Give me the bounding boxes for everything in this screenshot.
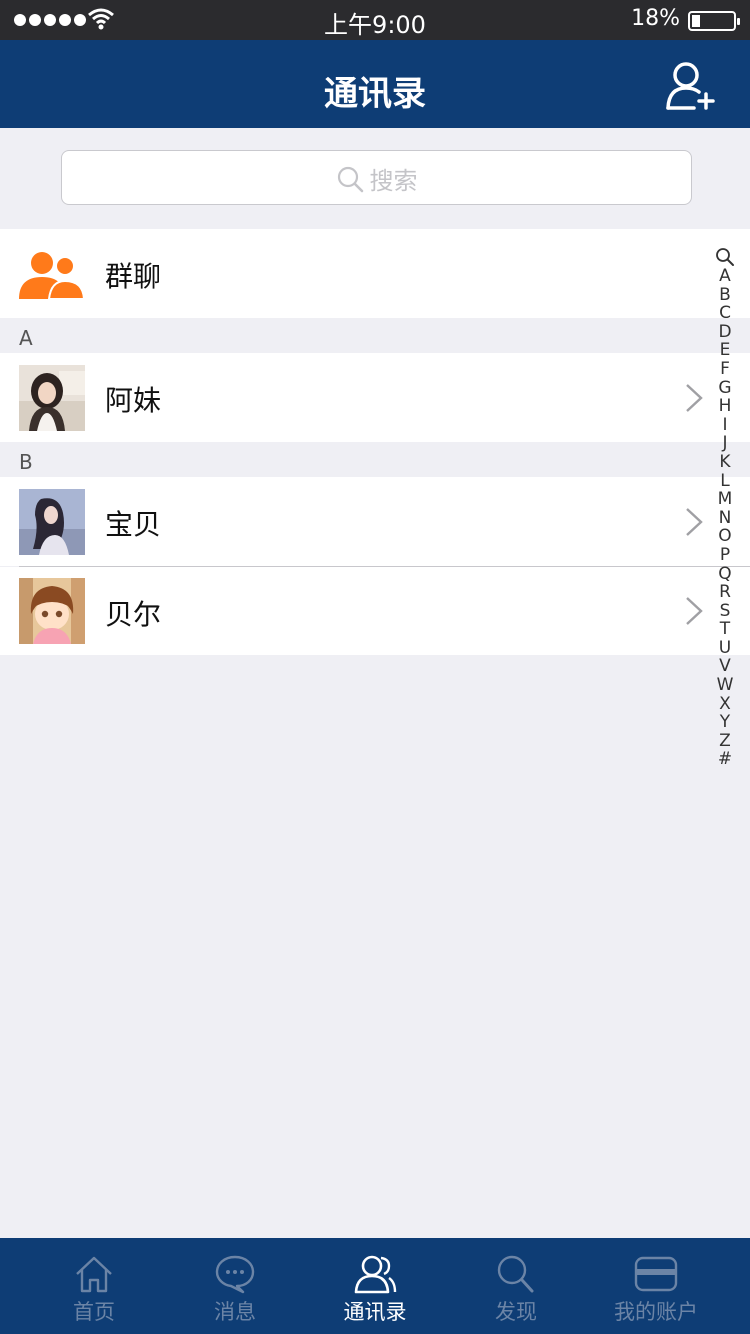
contact-name: 阿妹 [105,384,162,417]
index-letter[interactable]: E [720,341,731,360]
tab-home[interactable]: 首页 [19,1238,169,1334]
tab-messages[interactable]: 消息 [160,1238,310,1334]
group-chat-row[interactable]: 群聊 [0,229,750,318]
index-letter[interactable]: R [719,583,731,602]
group-icon [19,252,85,300]
index-letter[interactable]: M [718,490,733,509]
index-letter[interactable]: A [719,267,731,286]
battery-icon [688,11,740,31]
index-letter[interactable]: O [718,527,731,546]
status-bar: 上午9:00 18% [0,0,750,40]
search-icon [497,1255,534,1293]
home-icon [76,1256,112,1293]
index-letter[interactable]: V [719,657,731,676]
index-letter[interactable]: C [719,304,731,323]
tab-label: 首页 [73,1300,115,1324]
index-letter[interactable]: B [719,285,731,305]
chevron-right-icon [686,508,703,536]
index-letter[interactable]: W [717,676,734,695]
chevron-right-icon [686,384,703,412]
contact-name: 贝尔 [105,598,162,631]
group-chat-label: 群聊 [105,260,162,293]
section-header-b: B [19,450,33,474]
index-letter[interactable]: K [719,453,730,472]
index-letter[interactable]: H [719,397,732,416]
index-letter[interactable]: D [718,323,731,342]
search-placeholder: 搜索 [369,167,418,195]
index-letter[interactable]: G [718,378,731,398]
avatar [19,578,85,644]
search-icon [337,166,363,192]
tab-label: 消息 [214,1300,256,1324]
page-title: 通讯录 [324,74,426,114]
alphabet-index[interactable]: A B C D E F G H I J K L M N O P Q R S T U V W X Y Z # [712,247,738,769]
tab-label: 通讯录 [343,1300,407,1324]
index-letter[interactable]: U [719,639,731,658]
index-letter[interactable]: J [722,434,727,453]
index-letter[interactable]: L [720,471,729,491]
contact-row[interactable]: 宝贝 [0,477,750,566]
index-letter[interactable]: X [719,695,731,714]
index-letter[interactable]: Q [718,564,731,584]
add-user-icon[interactable] [664,58,720,114]
chevron-right-icon [686,597,703,625]
contact-row[interactable]: 阿妹 [0,353,750,442]
index-letter[interactable]: N [719,509,732,528]
index-letter[interactable]: P [720,546,730,565]
card-icon [634,1256,678,1292]
avatar [19,489,85,555]
tab-label: 我的账户 [614,1300,698,1324]
section-header-a: A [19,326,33,350]
index-letter[interactable]: T [720,620,730,639]
avatar [19,365,85,431]
contacts-icon [354,1255,397,1294]
index-letter[interactable]: S [720,602,731,621]
battery-percent: 18% [631,6,680,31]
index-letter[interactable]: I [722,416,727,435]
index-letter[interactable]: F [720,360,730,379]
search-input[interactable]: 搜索 [61,150,692,205]
tab-bar: 首页 消息 通讯录 发现 我的账户 [0,1238,750,1334]
index-search-icon[interactable] [715,247,735,267]
contact-row[interactable]: 贝尔 [0,567,750,655]
chat-bubble-icon [215,1255,255,1294]
tab-account[interactable]: 我的账户 [581,1238,731,1334]
index-letter[interactable]: # [718,750,732,769]
tab-contacts[interactable]: 通讯录 [300,1238,450,1334]
index-letter[interactable]: Y [720,713,730,732]
tab-label: 发现 [495,1300,537,1324]
tab-discover[interactable]: 发现 [441,1238,591,1334]
index-letter[interactable]: Z [719,732,731,751]
nav-bar: 通讯录 [0,40,750,128]
contact-name: 宝贝 [105,508,162,541]
